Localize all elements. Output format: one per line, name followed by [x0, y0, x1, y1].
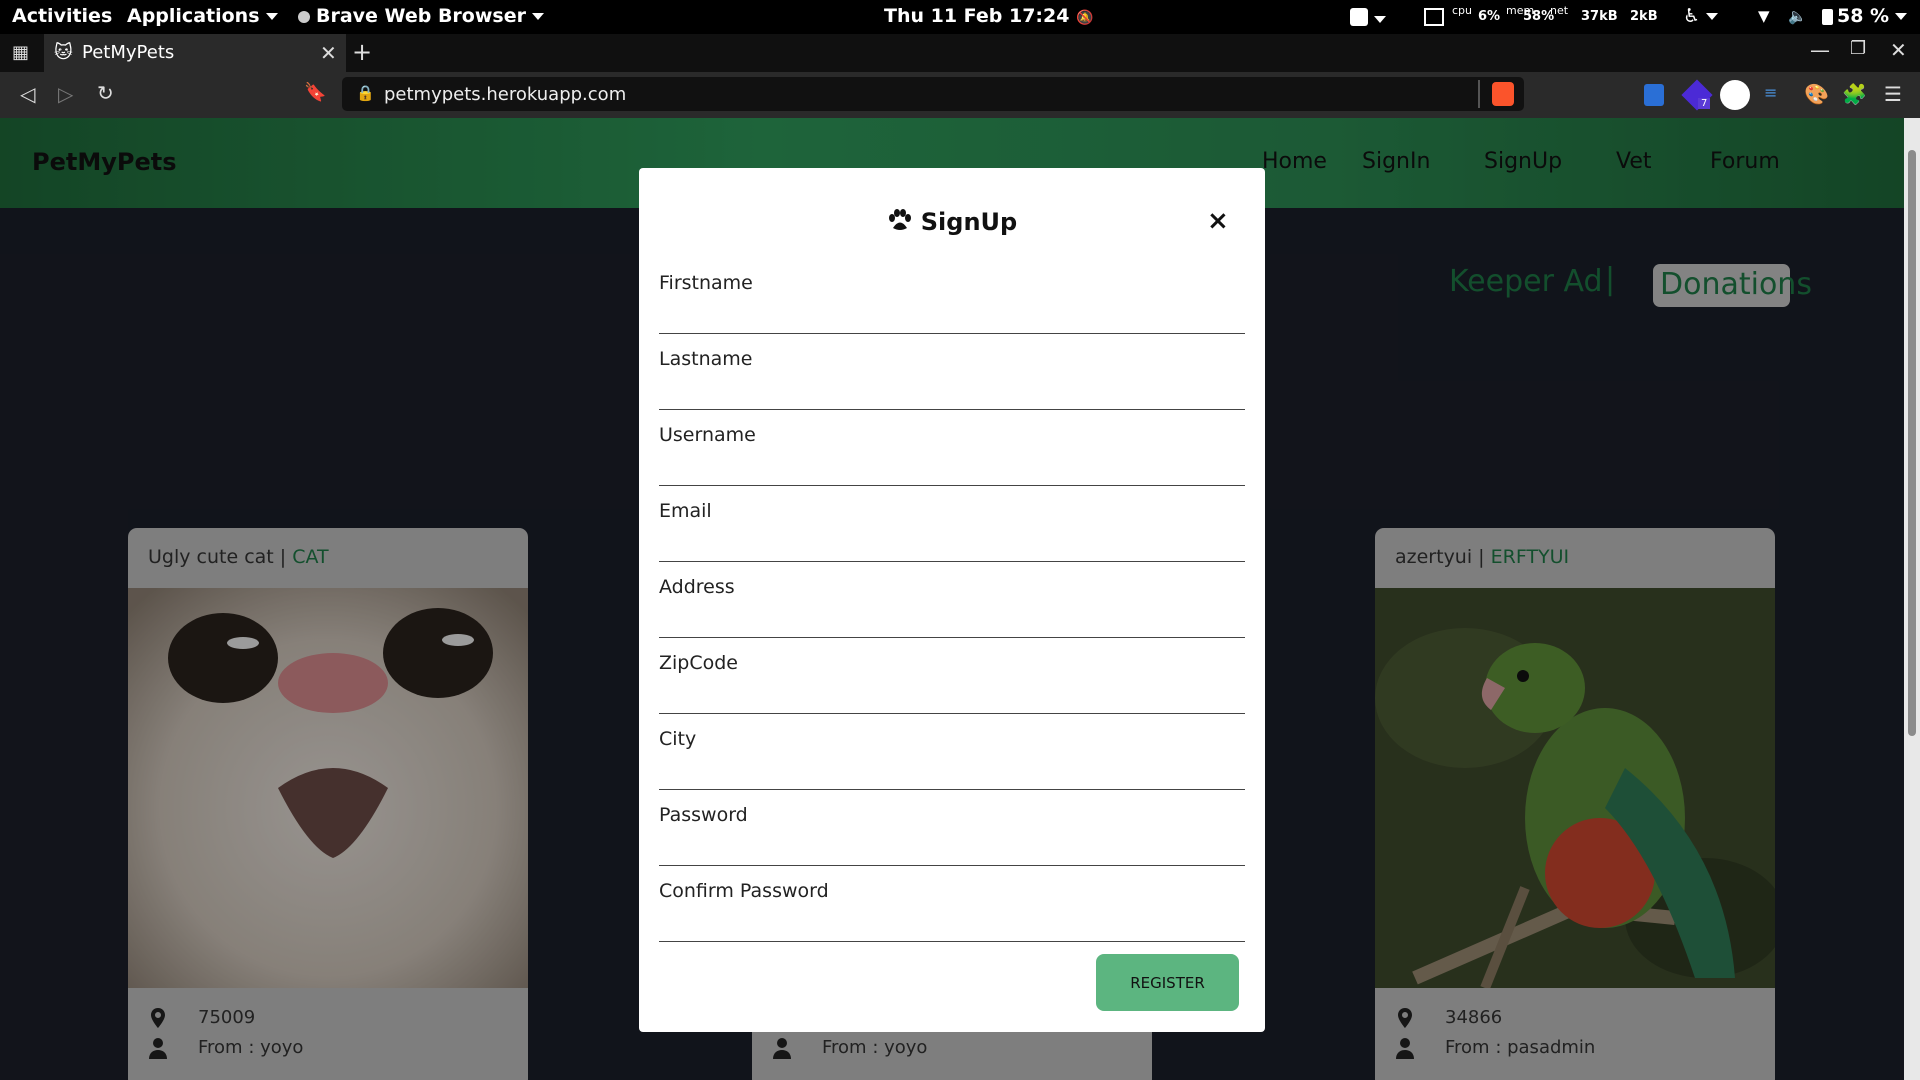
brave-shields-icon[interactable]	[1492, 82, 1514, 106]
tab-strip: ▦ 🐱 PetMyPets ✕ + — ❐ ✕	[0, 34, 1920, 72]
menu-icon[interactable]: ☰	[1884, 82, 1902, 106]
extension-badge: 7	[1698, 98, 1711, 109]
city-input[interactable]	[659, 758, 1245, 790]
app-menu[interactable]: Brave Web Browser	[298, 5, 544, 27]
page-scrollbar[interactable]	[1904, 118, 1920, 1080]
chevron-down-icon	[531, 13, 544, 20]
cpu-label: cpu	[1452, 4, 1473, 17]
zipcode-input[interactable]	[659, 682, 1245, 714]
close-window-icon[interactable]: ✕	[1890, 38, 1907, 62]
lastname-input[interactable]	[659, 378, 1245, 410]
volume-icon[interactable]: 🔈	[1788, 7, 1807, 25]
font-indicator-icon[interactable]	[1350, 8, 1386, 30]
confirm-password-input[interactable]	[659, 910, 1245, 942]
address-field: Address	[659, 576, 1245, 652]
chevron-down-icon	[265, 13, 278, 20]
browser-toolbar: ◁ ▷ ↻ 🔖 🔒 petmypets.herokuapp.com 7 ≡ 🎨 …	[0, 72, 1920, 118]
applications-label: Applications	[127, 5, 260, 27]
address-input[interactable]	[659, 606, 1245, 638]
app-name-label: Brave Web Browser	[316, 5, 526, 27]
reload-icon[interactable]: ↻	[97, 81, 114, 105]
tab-overview-icon[interactable]: ▦	[12, 42, 29, 63]
email-label: Email	[659, 500, 712, 522]
confirm-password-field: Confirm Password	[659, 880, 1245, 956]
firstname-field: Firstname	[659, 272, 1245, 348]
system-top-bar: Activities Applications Brave Web Browse…	[0, 0, 1920, 34]
firstname-input[interactable]	[659, 302, 1245, 334]
clock[interactable]: Thu 11 Feb 17:24 🔕	[884, 5, 1094, 27]
battery-label: 58 %	[1837, 5, 1890, 27]
extensions-puzzle-icon[interactable]: 🧩	[1842, 82, 1867, 106]
username-input[interactable]	[659, 454, 1245, 486]
datetime-label: Thu 11 Feb 17:24	[884, 5, 1070, 27]
password-field: Password	[659, 804, 1245, 880]
lock-icon: 🔒	[356, 84, 375, 102]
password-input[interactable]	[659, 834, 1245, 866]
wifi-icon[interactable]: ▼	[1758, 7, 1770, 25]
username-field: Username	[659, 424, 1245, 500]
password-label: Password	[659, 804, 748, 826]
city-label: City	[659, 728, 697, 750]
email-field: Email	[659, 500, 1245, 576]
lastname-field: Lastname	[659, 348, 1245, 424]
extension-bitwarden-icon[interactable]	[1644, 84, 1664, 106]
net-up-value: 2kB	[1630, 9, 1658, 24]
firstname-label: Firstname	[659, 272, 753, 294]
bookmark-icon[interactable]: 🔖	[304, 82, 326, 103]
applications-menu[interactable]: Applications	[127, 5, 278, 27]
battery-indicator[interactable]: 58 %	[1822, 5, 1908, 27]
paw-icon	[888, 209, 911, 230]
scrollbar-thumb[interactable]	[1908, 150, 1916, 736]
email-input[interactable]	[659, 530, 1245, 562]
net-label: net	[1550, 4, 1569, 17]
url-text: petmypets.herokuapp.com	[384, 84, 627, 105]
address-label: Address	[659, 576, 735, 598]
city-field: City	[659, 728, 1245, 804]
system-monitor-icon[interactable]	[1424, 8, 1444, 30]
battery-icon	[1822, 8, 1833, 25]
minimize-icon[interactable]: —	[1810, 38, 1830, 62]
extension-list-icon[interactable]: ≡	[1764, 83, 1777, 102]
restore-icon[interactable]: ❐	[1850, 38, 1866, 59]
address-bar[interactable]: 🔒 petmypets.herokuapp.com	[342, 77, 1524, 111]
close-icon[interactable]: ×	[1207, 206, 1229, 236]
confirm-password-label: Confirm Password	[659, 880, 829, 902]
tab-petmypets[interactable]: 🐱 PetMyPets ✕	[44, 34, 346, 72]
new-tab-icon[interactable]: +	[352, 38, 372, 66]
forward-icon[interactable]: ▷	[58, 82, 73, 106]
lastname-label: Lastname	[659, 348, 753, 370]
close-tab-icon[interactable]: ✕	[320, 41, 337, 65]
brave-dot-icon	[298, 10, 310, 23]
activities-button[interactable]: Activities	[12, 5, 112, 27]
url-divider	[1478, 80, 1480, 108]
bell-muted-icon: 🔕	[1076, 10, 1094, 26]
back-icon[interactable]: ◁	[20, 82, 35, 106]
register-button[interactable]: REGISTER	[1096, 954, 1239, 1011]
signup-modal: SignUp × Firstname Lastname Username Ema…	[639, 168, 1265, 1032]
username-label: Username	[659, 424, 756, 446]
cpu-value: 6%	[1478, 9, 1501, 24]
tab-title: PetMyPets	[82, 42, 175, 63]
extension-palette-icon[interactable]: 🎨	[1804, 82, 1829, 106]
modal-title-text: SignUp	[920, 208, 1018, 236]
accessibility-icon[interactable]: ♿	[1683, 5, 1719, 27]
net-down-value: 37kB	[1581, 9, 1618, 24]
cat-favicon-icon: 🐱	[54, 42, 73, 63]
zipcode-label: ZipCode	[659, 652, 738, 674]
extension-circle-icon[interactable]	[1720, 80, 1750, 110]
modal-title: SignUp	[639, 208, 1265, 236]
zipcode-field: ZipCode	[659, 652, 1245, 728]
